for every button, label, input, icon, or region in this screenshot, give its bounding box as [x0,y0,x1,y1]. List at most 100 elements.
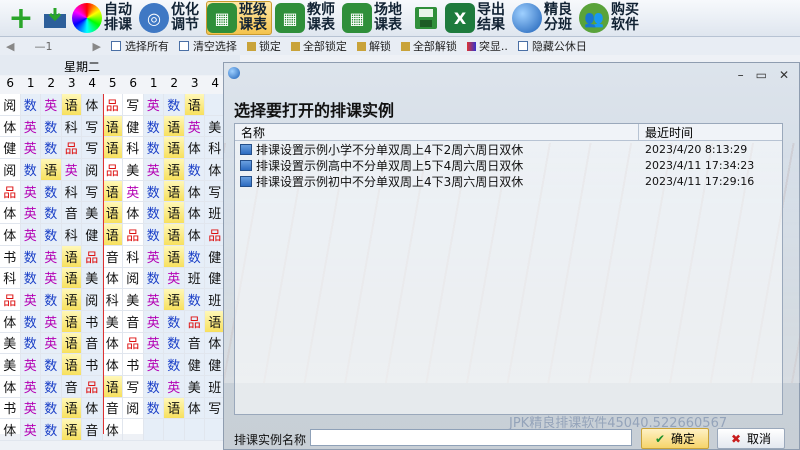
schedule-cell[interactable]: 音 [102,245,123,268]
schedule-cell[interactable]: 健 [184,354,205,376]
schedule-cell[interactable]: 体 [82,94,103,116]
schedule-cell[interactable]: 书 [0,245,21,268]
schedule-cell[interactable]: 语 [61,397,82,420]
schedule-cell[interactable]: 语 [164,289,185,311]
schedule-cell[interactable]: 数 [143,115,164,138]
schedule-cell[interactable]: 科 [123,137,144,160]
schedule-cell[interactable]: 品 [102,159,123,181]
schedule-cell[interactable]: 阅 [123,397,144,420]
schedule-cell[interactable]: 阅 [0,94,21,116]
schedule-cell[interactable]: 语 [61,419,82,441]
close-icon[interactable]: ✕ [779,68,789,82]
schedule-cell[interactable]: 数 [20,94,41,116]
ok-button[interactable]: ✔ 确定 [641,428,709,449]
schedule-cell[interactable]: 音 [82,419,103,441]
schedule-cell[interactable]: 语 [41,159,62,181]
schedule-cell[interactable]: 音 [82,332,103,355]
teacher-schedule-button[interactable]: ▦ 教师课表 [275,1,339,35]
schedule-cell[interactable]: 音 [123,310,144,333]
schedule-cell[interactable]: 美 [102,310,123,333]
schedule-cell[interactable]: 科 [61,224,82,246]
schedule-cell[interactable]: 数 [20,332,41,355]
schedule-cell[interactable]: 体 [0,310,21,333]
schedule-cell[interactable]: 美 [123,159,144,181]
schedule-cell[interactable]: 英 [20,137,41,160]
schedule-cell[interactable]: 美 [0,332,21,355]
schedule-cell[interactable]: 数 [164,94,185,116]
schedule-cell[interactable]: 英 [41,332,62,355]
unlock-all-button[interactable]: 全部解锁 [400,38,457,54]
schedule-cell[interactable]: 语 [164,224,185,246]
schedule-cell[interactable]: 英 [143,245,164,268]
auto-schedule-button[interactable]: 自动排课 [72,1,136,35]
schedule-cell[interactable]: 语 [61,267,82,290]
schedule-cell[interactable]: 语 [164,397,185,420]
schedule-cell[interactable]: 英 [143,310,164,333]
schedule-cell[interactable]: 英 [20,289,41,311]
clear-select-checkbox[interactable]: 清空选择 [178,38,237,54]
class-schedule-button[interactable]: ▦ 班级课表 [206,1,272,35]
schedule-cell[interactable]: 阅 [123,267,144,290]
schedule-cell[interactable]: 英 [143,332,164,355]
schedule-cell[interactable]: 体 [102,332,123,355]
schedule-cell[interactable]: 体 [184,202,205,225]
schedule-cell[interactable]: 数 [143,202,164,225]
schedule-cell[interactable]: 英 [143,354,164,376]
schedule-cell[interactable]: 体 [184,137,205,160]
schedule-cell[interactable]: 数 [41,202,62,225]
schedule-cell[interactable]: 数 [41,289,62,311]
schedule-cell[interactable]: 品 [123,224,144,246]
schedule-cell[interactable]: 阅 [82,159,103,181]
schedule-cell[interactable]: 英 [20,202,41,225]
schedule-cell[interactable]: 品 [102,94,123,116]
schedule-cell[interactable]: 数 [41,397,62,420]
schedule-cell[interactable]: 体 [0,224,21,246]
schedule-cell[interactable]: 语 [164,180,185,203]
schedule-cell[interactable]: 数 [41,180,62,203]
schedule-cell[interactable]: 数 [143,397,164,420]
schedule-cell[interactable]: 语 [61,245,82,268]
schedule-cell[interactable]: 体 [0,115,21,138]
schedule-cell[interactable]: 数 [143,180,164,203]
schedule-cell[interactable]: 品 [184,310,205,333]
schedule-cell[interactable]: 体 [102,419,123,441]
schedule-cell[interactable]: 写 [82,180,103,203]
save-icon[interactable] [409,2,443,34]
schedule-cell[interactable]: 体 [123,202,144,225]
schedule-cell[interactable]: 美 [0,354,21,376]
schedule-cell[interactable]: 写 [82,115,103,138]
schedule-cell[interactable]: 语 [164,115,185,138]
schedule-cell[interactable]: 健 [82,224,103,246]
schedule-cell[interactable]: 数 [184,159,205,181]
schedule-cell[interactable]: 品 [82,245,103,268]
schedule-cell[interactable]: 英 [20,224,41,246]
schedule-cell[interactable]: 美 [184,375,205,398]
schedule-cell[interactable]: 语 [102,115,123,138]
schedule-cell[interactable]: 语 [102,180,123,203]
schedule-cell[interactable]: 科 [0,267,21,290]
schedule-cell[interactable]: 英 [143,289,164,311]
schedule-cell[interactable]: 体 [0,419,21,441]
maximize-icon[interactable]: ▭ [756,68,767,82]
schedule-cell[interactable]: 数 [20,159,41,181]
schedule-cell[interactable]: 英 [20,375,41,398]
schedule-cell[interactable]: 语 [102,137,123,160]
schedule-cell[interactable]: 数 [20,310,41,333]
schedule-cell[interactable] [143,419,164,441]
schedule-cell[interactable]: 数 [41,224,62,246]
prev-arrow-icon[interactable]: ◀ [6,40,14,53]
schedule-cell[interactable]: 写 [123,375,144,398]
schedule-cell[interactable]: 英 [164,375,185,398]
schedule-cell[interactable]: 数 [41,419,62,441]
schedule-cell[interactable] [123,419,144,441]
schedule-cell[interactable]: 英 [61,159,82,181]
schedule-cell[interactable]: 品 [0,180,21,203]
schedule-cell[interactable]: 数 [164,332,185,355]
schedule-cell[interactable] [184,419,205,441]
schedule-cell[interactable]: 语 [61,94,82,116]
schedule-cell[interactable]: 品 [61,137,82,160]
schedule-cell[interactable]: 音 [184,332,205,355]
schedule-cell[interactable]: 体 [184,180,205,203]
schedule-cell[interactable]: 品 [82,375,103,398]
optimize-button[interactable]: ◎ 优化调节 [139,1,203,35]
